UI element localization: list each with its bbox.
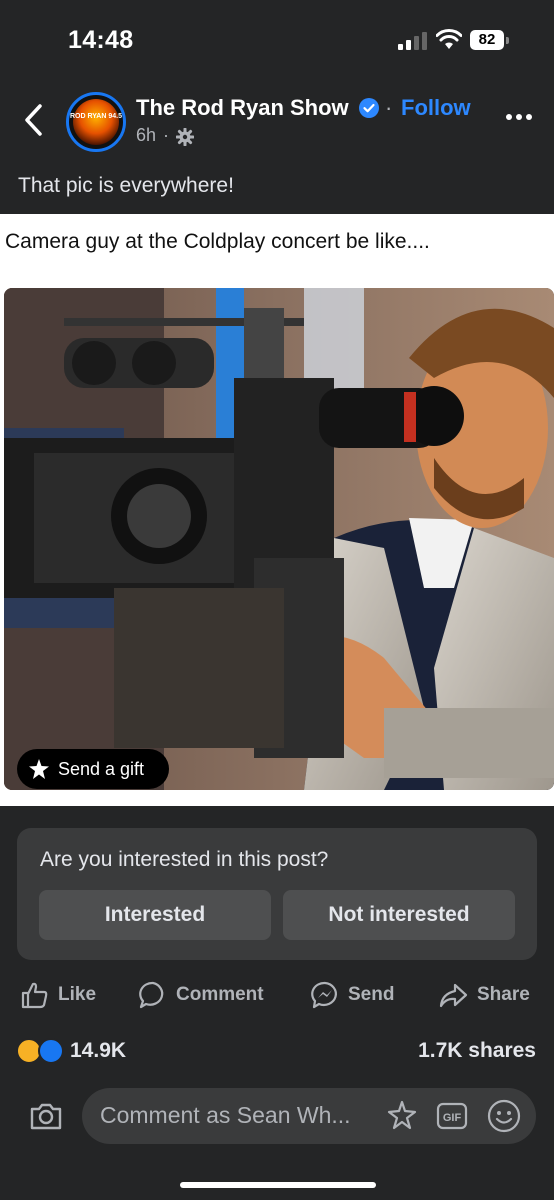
post-timestamp: 6h (136, 125, 157, 145)
home-indicator (180, 1182, 376, 1188)
comment-label: Comment (176, 984, 264, 1005)
post-image-cameraman[interactable] (4, 288, 554, 790)
battery-indicator: 82 (470, 30, 510, 50)
avatar-logo (73, 99, 119, 145)
svg-text:GIF: GIF (443, 1112, 462, 1124)
cameraman-photo (4, 288, 554, 790)
battery-tip (506, 37, 509, 44)
thumbs-up-icon (21, 982, 48, 1009)
status-time: 14:48 (68, 26, 134, 54)
cell-signal-icon (398, 32, 427, 50)
send-label: Send (348, 984, 395, 1005)
back-chevron-icon[interactable] (18, 102, 50, 138)
comment-input[interactable]: Comment as Sean Wh... GIF (82, 1088, 536, 1144)
status-bar: 14:48 82 (0, 0, 554, 80)
comment-placeholder: Comment as Sean Wh... (100, 1102, 351, 1128)
shared-post-text: Camera guy at the Coldplay concert be li… (5, 230, 430, 253)
share-button[interactable]: Share (438, 978, 538, 1012)
share-arrow-icon (439, 983, 468, 1008)
share-count[interactable]: 1.7K shares (418, 1039, 536, 1063)
like-reaction-icon (38, 1038, 64, 1064)
separator-dot: · (385, 95, 393, 120)
page-avatar[interactable]: ROD RYAN 94.5 (66, 92, 126, 152)
camera-icon[interactable] (28, 1098, 64, 1134)
more-options-icon[interactable] (504, 110, 534, 124)
verified-badge-icon (359, 98, 379, 118)
interest-question: Are you interested in this post? (40, 848, 329, 871)
sparkle-icon[interactable] (384, 1099, 418, 1133)
share-label: Share (477, 984, 530, 1005)
comment-button[interactable]: Comment (138, 978, 278, 1012)
interested-button[interactable]: Interested (39, 890, 271, 940)
timestamp-separator: · (163, 125, 169, 145)
comment-bubble-icon (139, 981, 164, 1009)
not-interested-button[interactable]: Not interested (283, 890, 515, 940)
gear-icon (176, 128, 194, 146)
like-label: Like (58, 984, 97, 1005)
send-gift-button[interactable]: Send a gift (17, 749, 169, 789)
post-caption: That pic is everywhere! (18, 174, 234, 197)
wifi-icon (436, 29, 462, 49)
gift-sparkle-icon (29, 759, 49, 779)
emoji-icon[interactable] (486, 1098, 522, 1134)
like-button[interactable]: Like (20, 978, 110, 1012)
interest-survey-card: Are you interested in this post? Interes… (17, 828, 537, 960)
reaction-summary[interactable]: 14.9K (16, 1036, 216, 1066)
follow-button[interactable]: Follow (401, 95, 471, 121)
page-name[interactable]: The Rod Ryan Show (136, 95, 349, 121)
avatar-logo-text: ROD RYAN 94.5 (69, 113, 122, 120)
send-gift-label: Send a gift (58, 759, 145, 779)
send-button[interactable]: Send (310, 978, 410, 1012)
messenger-icon (311, 981, 337, 1009)
battery-level: 82 (470, 30, 504, 50)
reaction-count: 14.9K (70, 1039, 127, 1062)
gif-icon[interactable]: GIF (436, 1100, 468, 1132)
